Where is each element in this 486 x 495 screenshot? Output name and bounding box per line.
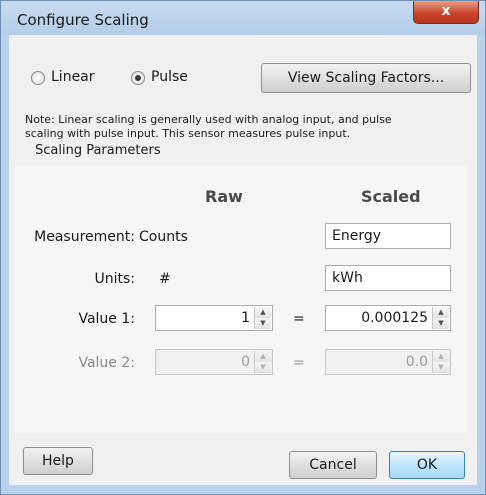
value2-scaled-spinner: ▲ ▼ (432, 351, 449, 373)
linear-radio[interactable] (31, 71, 45, 85)
units-scaled-field[interactable]: kWh (325, 265, 451, 291)
ok-button[interactable]: OK (389, 451, 465, 479)
spin-down-icon[interactable]: ▼ (255, 318, 271, 329)
close-icon: x (441, 3, 451, 19)
linear-label: Linear (51, 69, 95, 85)
units-raw-value: # (159, 271, 171, 287)
measurement-label: Measurement: (34, 229, 135, 245)
value2-scaled-stepper: 0.0 ▲ ▼ (325, 349, 451, 375)
value1-label: Value 1: (78, 311, 135, 327)
value1-raw-stepper[interactable]: 1 ▲ ▼ (155, 305, 273, 331)
spin-down-icon: ▼ (433, 362, 449, 373)
value1-equals: = (293, 311, 305, 327)
window-title: Configure Scaling (17, 11, 149, 29)
scaling-parameters-title: Scaling Parameters (35, 143, 161, 158)
dialog-body: Linear Pulse View Scaling Factors... Not… (9, 35, 477, 485)
value2-raw-stepper: 0 ▲ ▼ (155, 349, 273, 375)
scaled-header: Scaled (361, 187, 421, 206)
value2-raw-text: 0 (241, 354, 250, 370)
scaling-note: Note: Linear scaling is generally used w… (25, 113, 392, 140)
value2-scaled-text: 0.0 (405, 354, 428, 370)
title-bar[interactable]: Configure Scaling x (1, 1, 485, 35)
value2-raw-spinner: ▲ ▼ (254, 351, 271, 373)
pulse-radio[interactable] (131, 71, 145, 85)
units-label: Units: (94, 271, 135, 287)
raw-header: Raw (205, 187, 243, 206)
value2-label: Value 2: (78, 355, 135, 371)
close-button[interactable]: x (413, 1, 479, 24)
value1-scaled-text: 0.000125 (361, 310, 428, 326)
help-button[interactable]: Help (23, 447, 93, 475)
value1-scaled-spinner[interactable]: ▲ ▼ (432, 307, 449, 329)
pulse-label: Pulse (151, 69, 188, 85)
cancel-button[interactable]: Cancel (289, 451, 377, 479)
configure-scaling-dialog: Configure Scaling x Linear Pulse View Sc… (0, 0, 486, 495)
view-scaling-factors-button[interactable]: View Scaling Factors... (261, 63, 471, 93)
value1-raw-text: 1 (241, 310, 250, 326)
spin-down-icon[interactable]: ▼ (433, 318, 449, 329)
scaling-parameters-group: Raw Scaled Measurement: Counts Energy Un… (15, 165, 467, 433)
measurement-raw-value: Counts (139, 229, 188, 245)
value2-equals: = (293, 355, 305, 371)
spin-down-icon: ▼ (255, 362, 271, 373)
measurement-scaled-field[interactable]: Energy (325, 223, 451, 249)
value1-scaled-stepper[interactable]: 0.000125 ▲ ▼ (325, 305, 451, 331)
value1-raw-spinner[interactable]: ▲ ▼ (254, 307, 271, 329)
